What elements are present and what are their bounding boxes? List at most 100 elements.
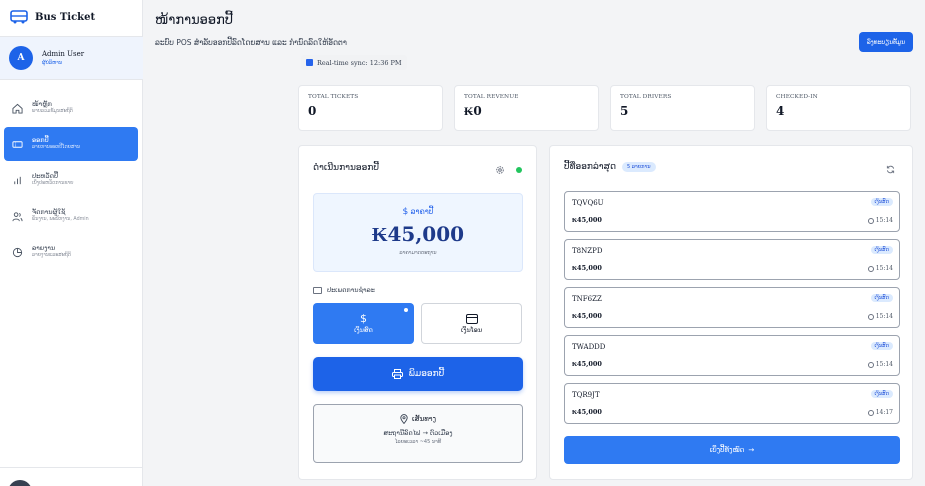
home-icon [12,103,23,114]
ticket-code: TWADDD [572,343,606,351]
ticket-list: TQVQ6U ₭45,000 ເງິນສົດ 15:14 T8NZPD ₭45,… [564,191,900,431]
page-subtitle: ລະບົບ POS ສຳລັບອອກປີ້ລົດໂດຍສານ ແລະ ກຳນົດ… [155,38,347,47]
footer-avatar[interactable] [8,480,32,486]
user-role: ຜູ້ບໍລິຫານ [42,60,63,66]
ticket-code: TNF6ZZ [572,295,602,303]
users-icon [12,211,23,221]
route-title-row: ເສັ້ນທາງ [314,414,522,424]
stat-label: TOTAL REVENUE [464,94,519,100]
price-label: ລາຄາປີ້ [410,207,434,216]
sidebar-item-issue-ticket[interactable]: ອອກປີ້ ລາຍການອອກປີ້ໂດຍສານ [4,127,138,161]
stat-label: CHECKED-IN [776,94,818,100]
stat-value: 5 [620,104,629,118]
payment-badge: ເງິນສົດ [870,198,893,206]
payment-heading-label: ປະເພດການຊຳລະ [327,286,375,294]
pie-chart-icon [12,247,23,257]
recent-tickets-panel: ປີ້ທີ່ອອກລ່າສຸດ 5 ລາຍການ TQVQ6U ₭45,000 … [549,145,913,480]
ticket-time: 14:17 [867,409,893,416]
view-all-tickets-button[interactable]: ເບິ່ງປີ້ທັງໝົດ → [564,436,900,464]
header-action-button[interactable]: ລົງທະບຽນທັ້ມູນ [859,32,913,52]
sidebar-item-users[interactable]: ຈັດການຜູ້ໃຊ້ ພັນງານ, ພະນັກງານ, Admin [4,199,138,233]
ticket-price: ₭45,000 [572,216,602,224]
online-status-dot [516,167,522,173]
brand-name: Bus Ticket [35,11,96,23]
payment-cash-label: ເງິນສົດ [354,326,373,334]
route-path: ສະຖານີລົດໄຟ → ຕົວເມືອງ [383,429,453,437]
sidebar-item-home[interactable]: ໜ້າຫຼັກ ພາບລວມຂໍ້ມູນສະຖິຕິ [4,91,138,125]
avatar: A [9,46,33,70]
stat-total-drivers: TOTAL DRIVERS 5 [610,85,755,131]
sync-text: Real-time sync: 12:36 PM [317,58,402,67]
sidebar-footer [0,467,143,486]
issue-ticket-panel: ດຳເນີນການອອກປີ້ $ ລາຄາປີ້ ₭45,000 ລາຄາມາ… [298,145,537,480]
ticket-card[interactable]: TQR9JT ₭45,000 ເງິນສົດ 14:17 [564,383,900,424]
ticket-icon [12,140,23,148]
selected-indicator [404,308,408,312]
ticket-card[interactable]: TQVQ6U ₭45,000 ເງິນສົດ 15:14 [564,191,900,232]
price-display: $ ລາຄາປີ້ ₭45,000 ລາຄາມາດຕະຖານ [313,193,523,272]
ticket-price: ₭45,000 [572,408,602,416]
map-pin-icon [400,414,408,424]
sidebar-item-label: ປະຫວັດປີ້ [32,171,59,180]
payment-badge: ເງິນສົດ [870,390,893,398]
view-all-label: ເບິ່ງປີ້ທັງໝົດ [709,446,745,454]
price-label-row: $ ລາຄາປີ້ [314,207,522,217]
bus-icon [10,10,28,24]
ticket-card[interactable]: TWADDD ₭45,000 ເງິນສົດ 15:14 [564,335,900,376]
stat-label: TOTAL DRIVERS [620,94,672,100]
stat-label: TOTAL TICKETS [308,94,359,100]
refresh-icon[interactable] [886,165,895,174]
stat-total-revenue: TOTAL REVENUE ₭0 [454,85,599,131]
sidebar-item-sub: ເບິ່ງປະຫວັດການຂາຍ [32,180,74,186]
payment-badge: ເງິນສົດ [870,294,893,302]
ticket-card[interactable]: TNF6ZZ ₭45,000 ເງິນສົດ 15:14 [564,287,900,328]
route-duration: ໄລຍະເວລາ ~45 ນາທີ [394,439,442,445]
stat-value: ₭0 [464,104,482,118]
printer-icon [391,369,403,379]
user-name: Admin User [42,50,85,58]
route-title: ເສັ້ນທາງ [412,415,436,423]
ticket-time: 15:14 [867,217,893,224]
payment-cash-button[interactable]: $ ເງິນສົດ [313,303,414,344]
sidebar: Bus Ticket A Admin User ຜູ້ບໍລິຫານ ໜ້າຫຼ… [0,0,143,486]
sync-icon [306,59,313,66]
clock-icon [867,217,874,224]
payment-badge: ເງິນສົດ [870,246,893,254]
credit-card-icon [313,286,322,294]
dollar-icon: $ [402,207,409,217]
sidebar-item-history[interactable]: ປະຫວັດປີ້ ເບິ່ງປະຫວັດການຂາຍ [4,163,138,197]
count-badge: 5 ລາຍການ [622,162,656,172]
ticket-price: ₭45,000 [572,312,602,320]
stat-checked-in: CHECKED-IN 4 [766,85,911,131]
recent-title-row: ປີ້ທີ່ອອກລ່າສຸດ 5 ລາຍການ [564,162,656,172]
ticket-time-value: 15:14 [875,265,893,272]
clock-icon [867,313,874,320]
ticket-time: 15:14 [867,313,893,320]
gear-icon[interactable] [495,165,505,175]
recent-panel-title: ປີ້ທີ່ອອກລ່າສຸດ [564,162,616,172]
brand[interactable]: Bus Ticket [0,0,142,34]
ticket-code: TQR9JT [572,391,600,399]
stat-value: 4 [776,104,785,118]
sidebar-item-label: ອອກປີ້ [32,135,49,144]
ticket-time-value: 15:14 [875,217,893,224]
ticket-time-value: 15:14 [875,361,893,368]
issue-panel-title: ດຳເນີນການອອກປີ້ [313,163,379,173]
payment-transfer-button[interactable]: ເງິນໂອນ [421,303,522,344]
credit-card-icon [465,313,478,324]
sidebar-item-sub: ລາຍງານແລະສະຖິຕິ [32,252,71,258]
sidebar-item-sub: ພາບລວມຂໍ້ມູນສະຖິຕິ [32,108,73,114]
print-ticket-button[interactable]: ພິມອອກປີ້ [313,357,523,391]
route-info: ເສັ້ນທາງ ສະຖານີລົດໄຟ → ຕົວເມືອງ ໄລຍະເວລາ… [313,404,523,463]
sidebar-item-reports[interactable]: ລາຍງານ ລາຍງານແລະສະຖິຕິ [4,235,138,269]
sync-status: Real-time sync: 12:36 PM [301,55,407,70]
stat-value: 0 [308,104,317,118]
sidebar-nav: ໜ້າຫຼັກ ພາບລວມຂໍ້ມູນສະຖິຕິ ອອກປີ້ ລາຍການອອ… [4,91,138,271]
user-profile[interactable]: A Admin User ຜູ້ບໍລິຫານ [0,36,143,80]
payment-badge: ເງິນສົດ [870,342,893,350]
clock-icon [867,409,874,416]
stat-total-tickets: TOTAL TICKETS 0 [298,85,443,131]
ticket-card[interactable]: T8NZPD ₭45,000 ເງິນສົດ 15:14 [564,239,900,280]
ticket-price: ₭45,000 [572,360,602,368]
print-button-label: ພິມອອກປີ້ [408,369,445,379]
